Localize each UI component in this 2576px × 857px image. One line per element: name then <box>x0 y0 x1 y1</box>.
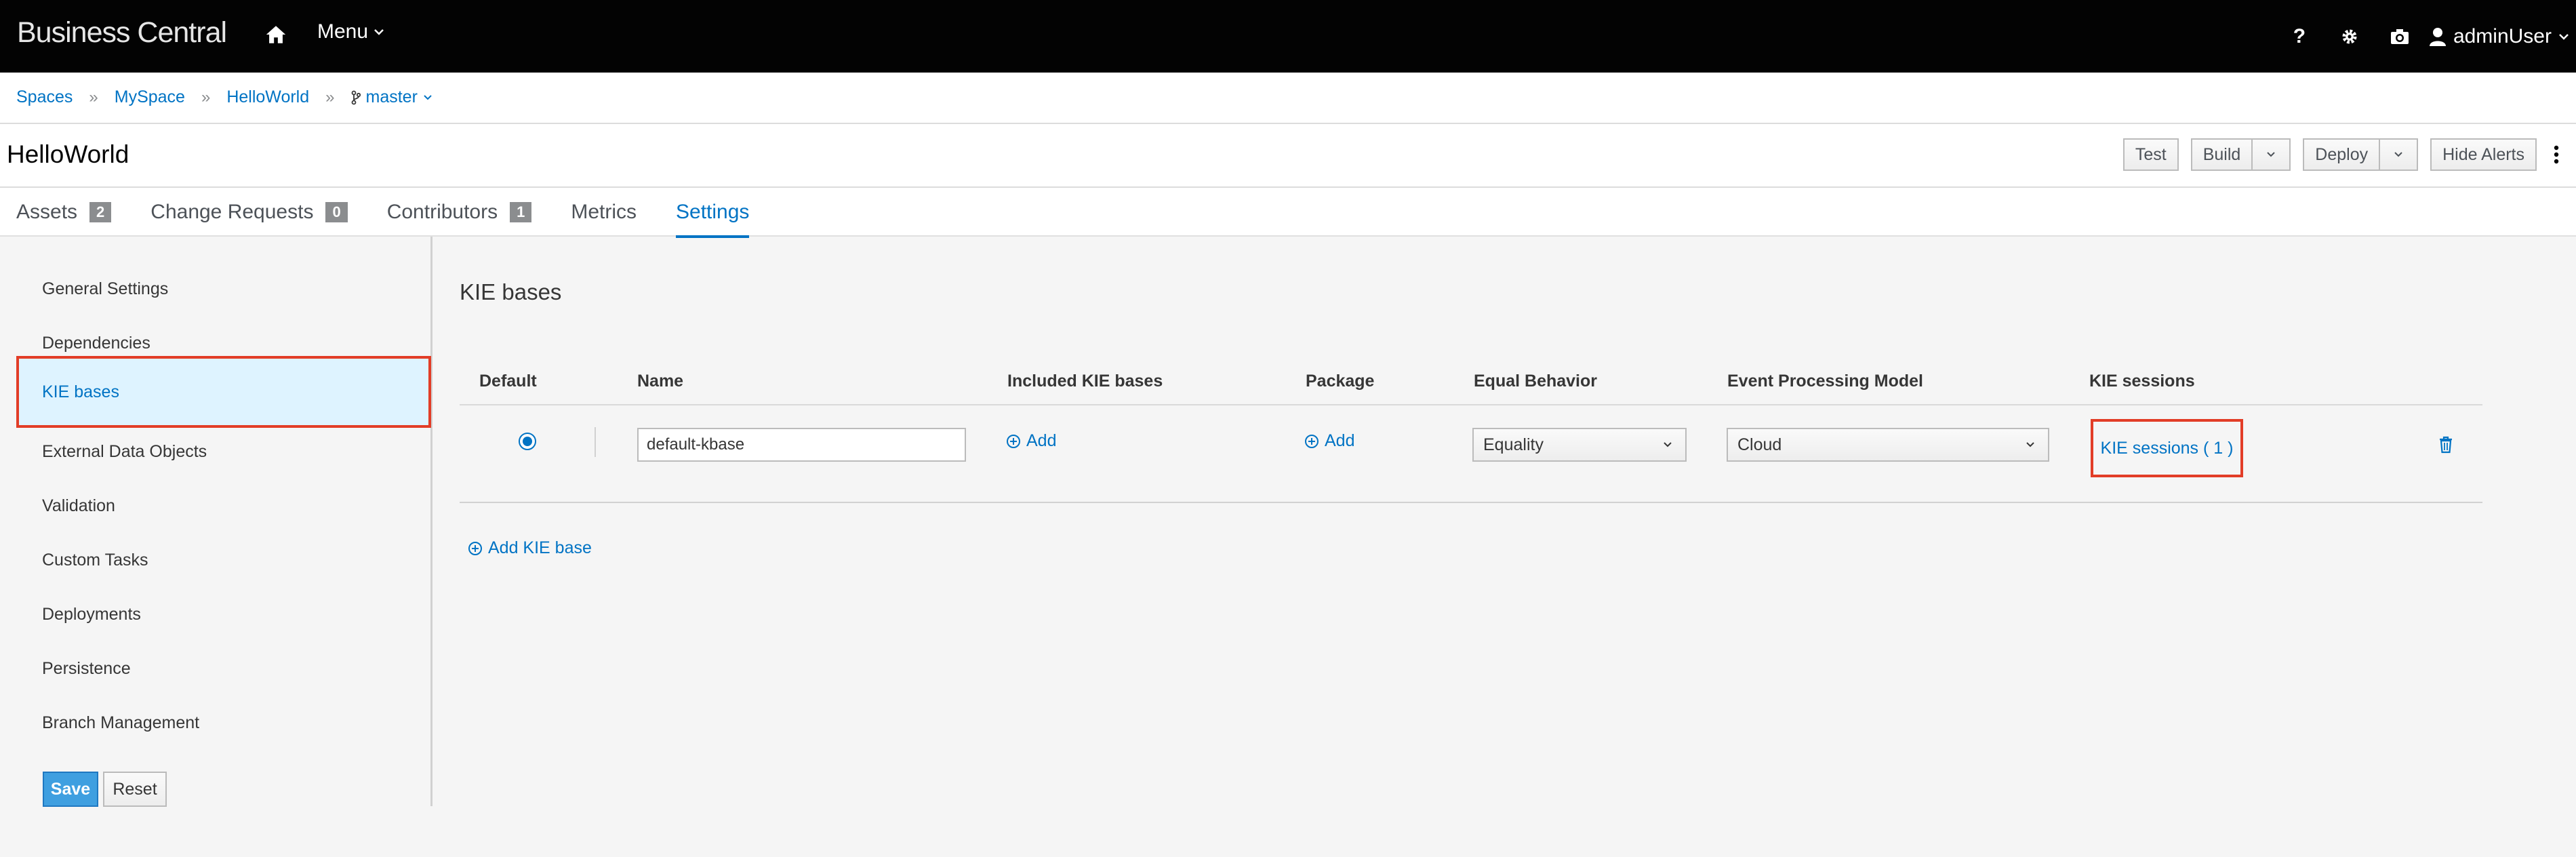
breadcrumb-separator-icon: » <box>201 87 211 106</box>
tab-change-requests[interactable]: Change Requests 0 <box>150 188 348 237</box>
add-included-kie-base-link[interactable]: Add <box>1006 431 1056 451</box>
plus-circle-icon <box>1305 434 1319 448</box>
deploy-dropdown-button[interactable] <box>2380 138 2419 171</box>
chevron-down-icon <box>424 94 432 100</box>
tab-contributors[interactable]: Contributors 1 <box>387 188 532 237</box>
user-name: adminUser <box>2453 24 2552 47</box>
gear-icon[interactable] <box>2325 0 2375 73</box>
plus-circle-icon <box>468 541 482 555</box>
column-header-name: Name <box>637 372 684 391</box>
chevron-down-icon <box>374 29 384 35</box>
add-label: Add <box>1325 431 1355 450</box>
tab-label: Change Requests <box>150 201 314 223</box>
chevron-down-icon <box>2267 152 2275 157</box>
project-header: HelloWorld Test Build Deploy Hide Alerts <box>0 124 2576 188</box>
menu-dropdown[interactable]: Menu <box>317 20 384 43</box>
user-icon <box>2429 27 2446 46</box>
add-kie-base-label: Add KIE base <box>488 538 592 557</box>
project-toolbar: Test Build Deploy Hide Alerts <box>2122 138 2576 171</box>
home-icon[interactable] <box>264 23 287 46</box>
tab-metrics[interactable]: Metrics <box>571 188 637 237</box>
tab-label: Settings <box>676 201 750 223</box>
help-icon[interactable]: ? <box>2274 0 2325 73</box>
tab-settings[interactable]: Settings <box>676 188 750 238</box>
tab-label: Contributors <box>386 201 498 223</box>
build-dropdown-button[interactable] <box>2253 138 2291 171</box>
settings-sidebar: General Settings Dependencies KIE bases … <box>0 237 432 806</box>
reset-button[interactable]: Reset <box>103 772 167 807</box>
add-label: Add <box>1026 431 1057 450</box>
code-branch-icon <box>351 90 361 104</box>
camera-icon[interactable] <box>2375 0 2425 73</box>
chevron-down-icon <box>2559 33 2569 40</box>
kie-sessions-link[interactable]: KIE sessions ( 1 ) <box>2091 419 2243 477</box>
count-badge: 1 <box>510 202 532 222</box>
event-processing-value: Cloud <box>1737 435 1782 454</box>
cell-divider <box>595 427 596 457</box>
hide-alerts-button[interactable]: Hide Alerts <box>2430 138 2537 171</box>
column-header-default: Default <box>479 372 537 391</box>
build-button[interactable]: Build <box>2190 138 2253 171</box>
tab-label: Assets <box>16 201 78 223</box>
chevron-down-icon <box>2394 152 2402 157</box>
project-tabs: Assets 2 Change Requests 0 Contributors … <box>0 188 2576 238</box>
plus-circle-icon <box>1007 434 1020 448</box>
branch-selector[interactable]: master <box>351 87 432 107</box>
breadcrumb-bar: Spaces » MySpace » HelloWorld » master <box>0 73 2576 124</box>
test-button[interactable]: Test <box>2122 138 2179 171</box>
default-radio[interactable] <box>519 433 536 450</box>
column-header-event-processing-model: Event Processing Model <box>1727 372 1923 391</box>
page-title: HelloWorld <box>7 140 129 168</box>
menu-label: Menu <box>317 20 369 43</box>
count-badge: 0 <box>325 202 348 222</box>
tab-label: Metrics <box>571 201 637 223</box>
event-processing-model-select[interactable]: Cloud <box>1727 428 2049 462</box>
count-badge: 2 <box>89 202 112 222</box>
add-package-link[interactable]: Add <box>1304 431 1354 451</box>
equal-behavior-value: Equality <box>1483 435 1544 454</box>
trash-icon[interactable] <box>2438 435 2454 454</box>
sidebar-item-branch-management[interactable]: Branch Management <box>19 687 428 759</box>
top-navbar: Business Central Menu ? adminUser <box>0 0 2576 73</box>
breadcrumb-helloworld[interactable]: HelloWorld <box>226 87 309 107</box>
column-header-included-kie-bases: Included KIE bases <box>1007 372 1163 391</box>
kie-sessions-label: KIE sessions ( 1 ) <box>2100 438 2234 458</box>
save-button[interactable]: Save <box>43 772 98 807</box>
deploy-button[interactable]: Deploy <box>2303 138 2381 171</box>
tab-assets[interactable]: Assets 2 <box>16 188 112 237</box>
breadcrumb-spaces[interactable]: Spaces <box>16 87 73 107</box>
kebab-menu-icon[interactable] <box>2537 138 2576 171</box>
branch-name: master <box>365 87 418 106</box>
breadcrumb-separator-icon: » <box>89 87 98 106</box>
breadcrumb-separator-icon: » <box>325 87 335 106</box>
breadcrumb-myspace[interactable]: MySpace <box>115 87 185 107</box>
user-menu[interactable]: adminUser <box>2425 25 2576 48</box>
table-divider <box>460 502 2482 503</box>
chevron-down-icon <box>1664 442 1672 447</box>
section-title: KIE bases <box>460 279 562 304</box>
chevron-down-icon <box>2026 442 2034 447</box>
column-header-equal-behavior: Equal Behavior <box>1474 372 1597 391</box>
equal-behavior-select[interactable]: Equality <box>1472 428 1687 462</box>
table-divider <box>460 404 2482 405</box>
breadcrumb: Spaces » MySpace » HelloWorld » master <box>16 87 432 107</box>
column-header-package: Package <box>1306 372 1375 391</box>
column-header-kie-sessions: KIE sessions <box>2089 372 2195 391</box>
brand-logo[interactable]: Business Central <box>17 16 227 49</box>
kbase-name-input[interactable] <box>637 428 966 462</box>
add-kie-base-link[interactable]: Add KIE base <box>468 538 592 558</box>
